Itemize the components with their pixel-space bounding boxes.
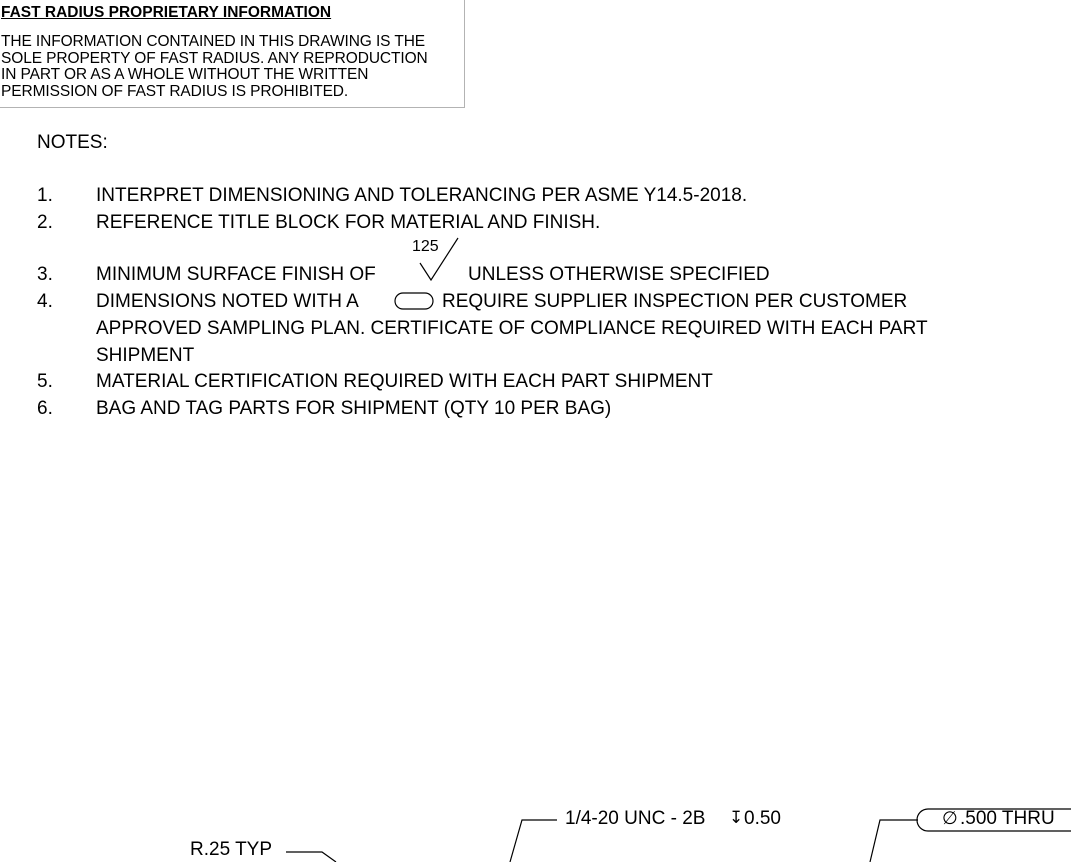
thread-leader-line — [509, 819, 557, 862]
depth-icon: ↧ — [729, 808, 744, 828]
thread-depth: 0.50 — [744, 808, 781, 829]
radius-callout: R.25 TYP — [190, 839, 273, 860]
hole-leader-line — [869, 819, 918, 862]
diameter-icon: ∅ — [942, 808, 958, 829]
inspection-oval-icon — [394, 292, 434, 310]
hole-callout: .500 THRU — [960, 808, 1055, 829]
thread-callout: 1/4-20 UNC - 2B — [565, 808, 706, 829]
radius-leader-line — [286, 851, 337, 862]
drawing-symbols — [286, 237, 1071, 862]
surface-finish-icon — [419, 237, 459, 282]
